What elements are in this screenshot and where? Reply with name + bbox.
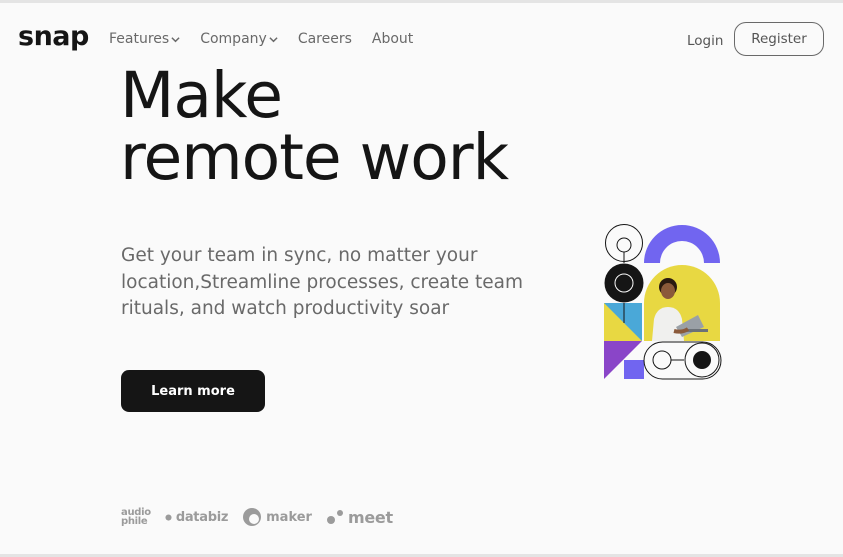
headline-line-1: Make [120,59,283,132]
main-nav: Features Company Careers About [109,31,413,47]
black-circle-shape [604,263,644,303]
chevron-down-icon [171,36,180,42]
hero-subtitle: Get your team in sync, no matter your lo… [121,245,523,319]
nav-careers-label: Careers [297,31,352,47]
dot-icon [165,513,172,521]
purple-arch-shape [644,225,720,263]
meet-logo: meet [326,508,393,527]
nav-company-label: Company [200,31,267,47]
client-logos: audio phile databiz maker meet [121,507,393,527]
meet-dots-icon [326,510,343,524]
register-button[interactable]: Register [734,22,824,56]
chevron-down-icon [269,36,278,42]
headline-line-2: remote work [120,121,509,194]
audiophile-logo: audio phile [121,508,151,527]
small-ring-shape [616,237,632,253]
hero-illustration [604,224,722,380]
hero-headline: Make remote work [120,59,509,194]
maker-mark-icon [243,508,262,526]
nav-features-label: Features [109,31,170,47]
databiz-logo-text: databiz [175,509,229,525]
maker-logo: maker [242,507,312,527]
databiz-logo: databiz [165,510,228,525]
maker-logo-text: maker [266,509,312,525]
nav-careers[interactable]: Careers [298,31,352,47]
learn-more-button[interactable]: Learn more [121,370,265,412]
nav-features[interactable]: Features [109,31,180,47]
pill-dot-shape [693,351,711,369]
snap-logo[interactable]: snap [18,21,89,52]
nav-company[interactable]: Company [200,31,278,47]
audiophile-logo-line2: phile [121,516,148,527]
blue-square-shape [624,360,644,379]
login-link[interactable]: Login [687,33,723,49]
nav-about-label: About [371,31,414,47]
meet-logo-text: meet [347,507,393,527]
nav-about[interactable]: About [372,31,413,47]
